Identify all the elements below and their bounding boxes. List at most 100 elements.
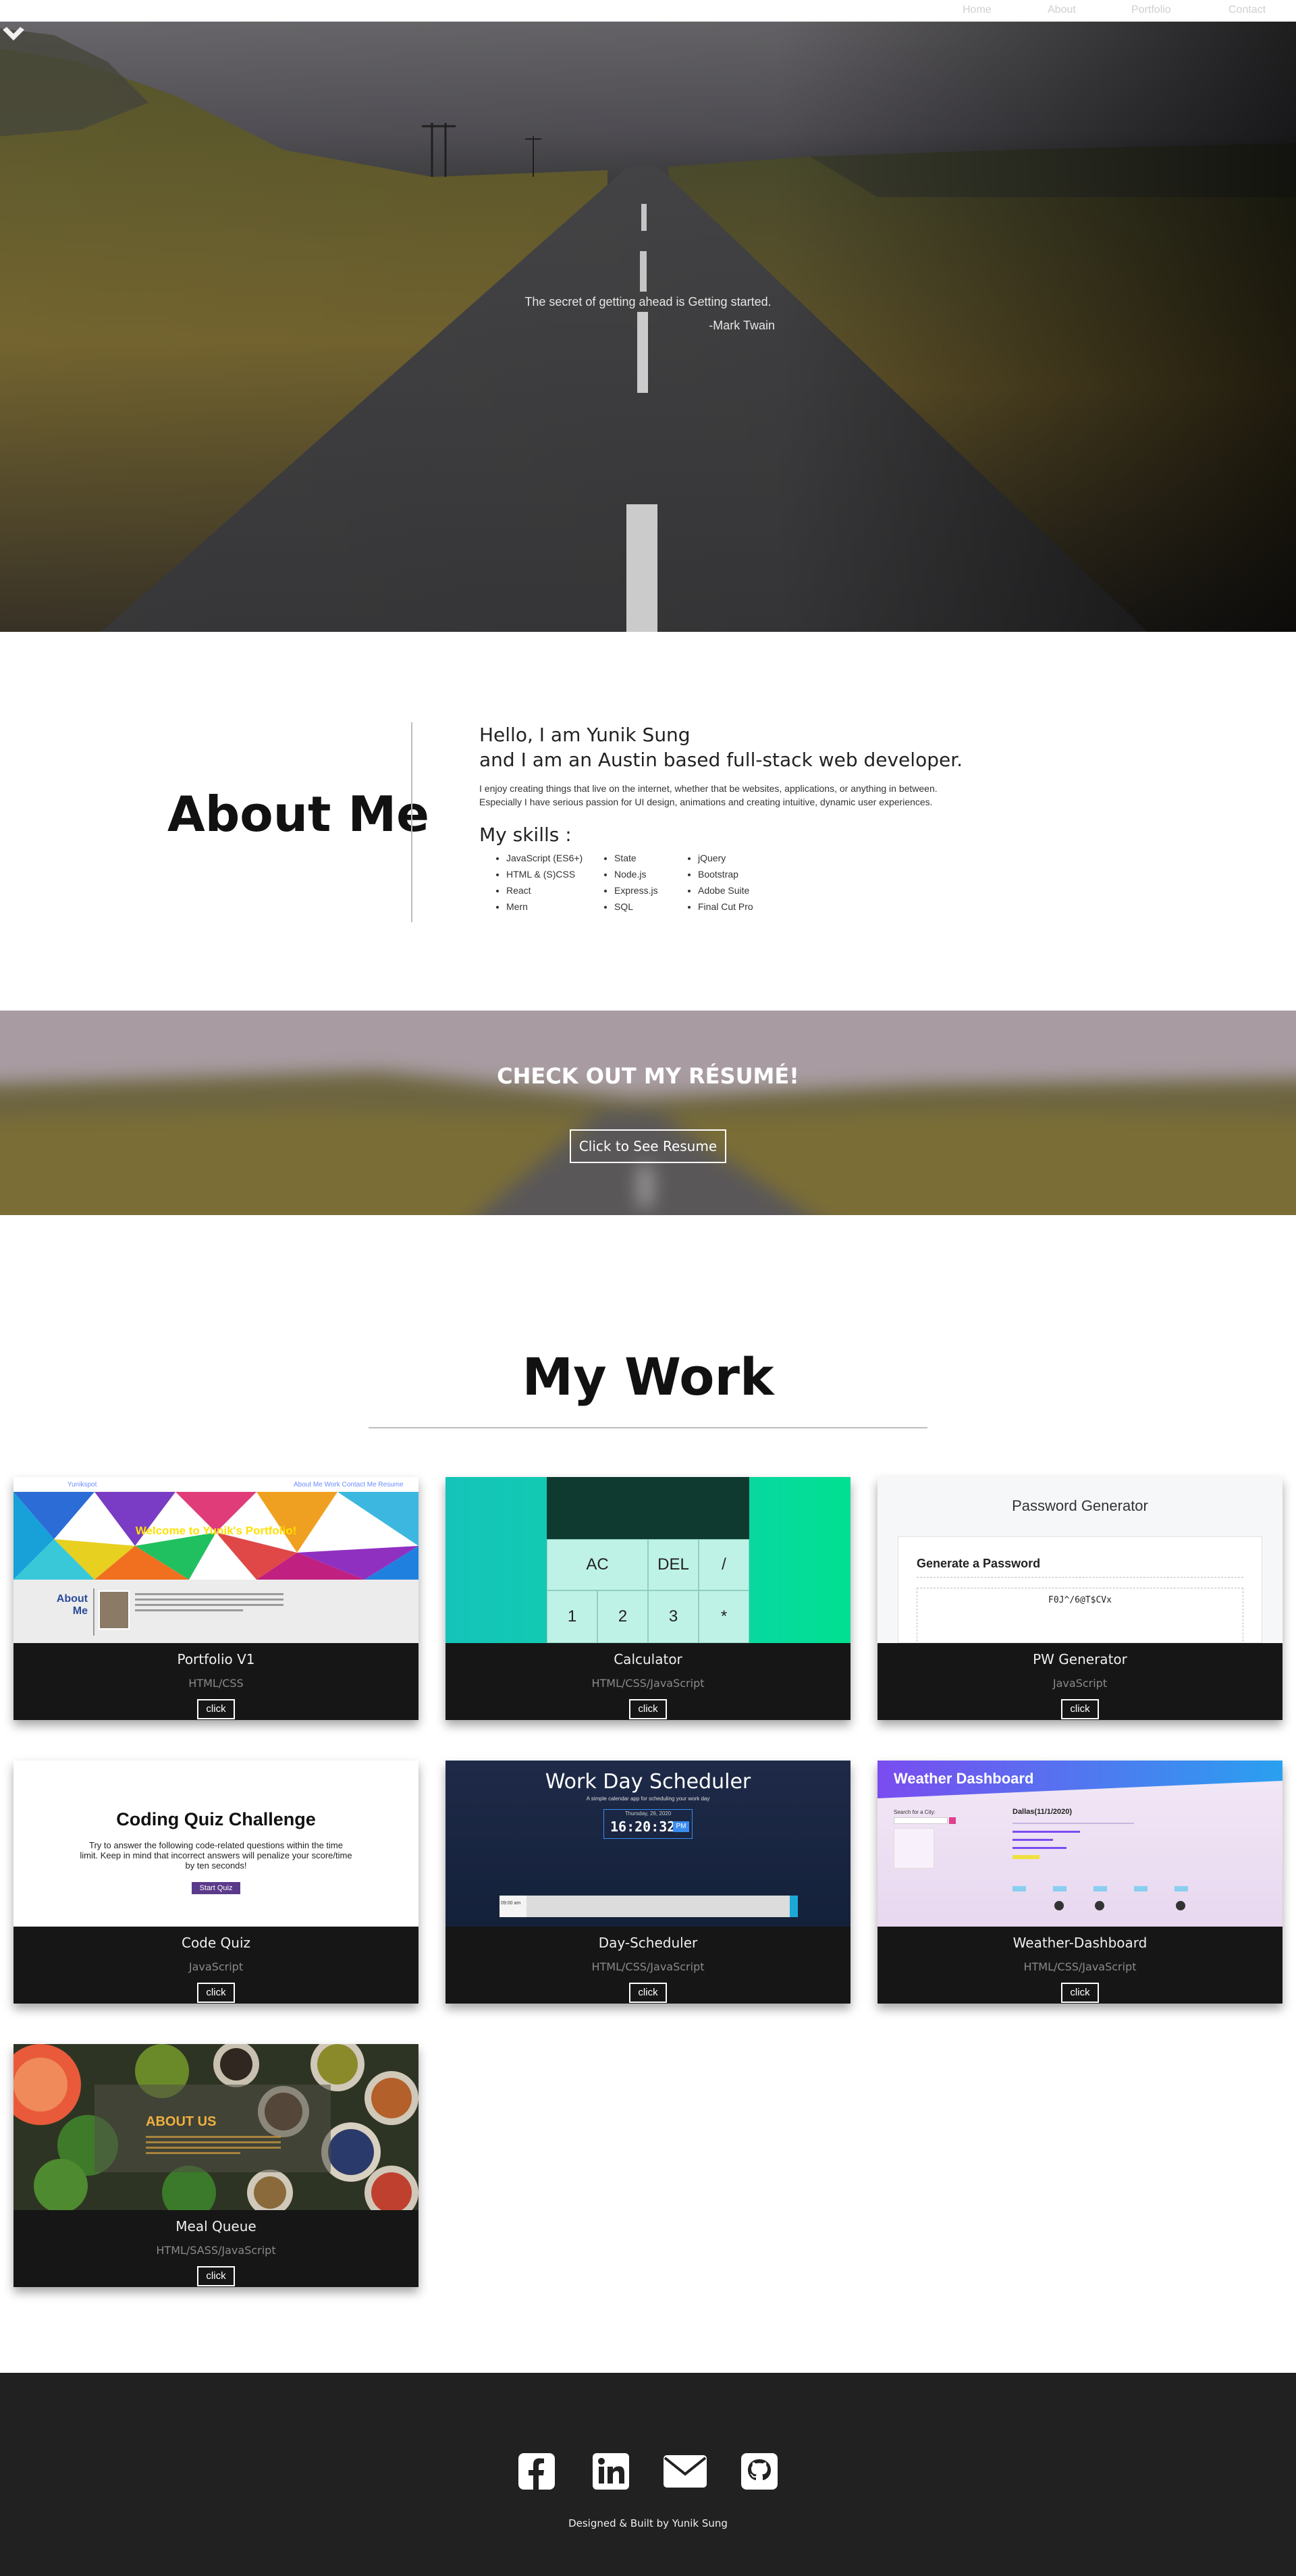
about-intro-line2: Especially I have serious passion for UI… bbox=[479, 797, 933, 807]
about-content: Hello, I am Yunik Sung and I am an Austi… bbox=[479, 722, 1033, 915]
project-click-button[interactable]: click bbox=[629, 1983, 667, 2003]
project-click-button[interactable]: click bbox=[197, 2266, 235, 2286]
project-card-weather-dashboard: Weather Dashboard Search for a City: Dal… bbox=[878, 1761, 1282, 2004]
preview-scheduler-slot: 09:00 am bbox=[500, 1896, 526, 1917]
project-click-button[interactable]: click bbox=[197, 1699, 235, 1719]
work-title: My Work bbox=[522, 1347, 774, 1407]
preview-quiz-text: Try to answer the following code-related… bbox=[14, 1840, 418, 1871]
project-card-pw-generator: Password Generator Generate a Password F… bbox=[878, 1477, 1282, 1720]
project-name: PW Generator bbox=[1033, 1651, 1127, 1667]
calc-key-2: 2 bbox=[597, 1590, 648, 1643]
skills-column-3: jQuery Bootstrap Adobe Suite Final Cut P… bbox=[698, 850, 786, 915]
project-meta: PW Generator JavaScript click bbox=[878, 1643, 1282, 1720]
preview-weather-search: Search for a City: bbox=[894, 1809, 936, 1815]
preview-quiz-title: Coding Quiz Challenge bbox=[116, 1809, 316, 1829]
preview-scheduler-time: 16:20:32 bbox=[610, 1819, 676, 1835]
social-icons bbox=[0, 2450, 1296, 2492]
project-card-day-scheduler: Work Day Scheduler A simple calendar app… bbox=[446, 1761, 850, 2004]
project-meta: Weather-Dashboard HTML/CSS/JavaScript cl… bbox=[878, 1927, 1282, 2004]
preview-quiz-start: Start Quiz bbox=[192, 1882, 240, 1894]
work-divider bbox=[369, 1427, 927, 1428]
project-card-portfolio: Yunikspot About Me Work Contact Me Resum… bbox=[14, 1477, 418, 1720]
preview-nav-links: About Me Work Contact Me Resume bbox=[294, 1481, 404, 1488]
calc-key-1: 1 bbox=[547, 1590, 597, 1643]
project-preview-meal-queue[interactable]: ABOUT US bbox=[14, 2044, 418, 2210]
project-click-button[interactable]: click bbox=[1061, 1699, 1099, 1719]
skill-item: HTML & (S)CSS bbox=[506, 866, 587, 882]
skill-item: JavaScript (ES6+) bbox=[506, 850, 587, 866]
about-intro-line1: I enjoy creating things that live on the… bbox=[479, 783, 938, 794]
project-tech: JavaScript bbox=[188, 1960, 244, 1973]
hero-section: The secret of getting ahead is Getting s… bbox=[0, 22, 1296, 632]
project-tech: HTML/CSS/JavaScript bbox=[591, 1677, 705, 1690]
quote-author: -Mark Twain bbox=[709, 319, 775, 332]
nav-about-link[interactable]: About bbox=[1048, 4, 1076, 16]
project-meta: Day-Scheduler HTML/CSS/JavaScript click bbox=[446, 1927, 850, 2004]
project-name: Day-Scheduler bbox=[598, 1935, 698, 1951]
project-click-button[interactable]: click bbox=[629, 1699, 667, 1719]
preview-welcome: Welcome to Yunik's Portfolio! bbox=[135, 1524, 297, 1537]
mail-icon[interactable] bbox=[662, 2450, 709, 2492]
project-preview-calculator[interactable]: AC DEL / 1 2 3 * bbox=[446, 1477, 850, 1643]
quote-text: The secret of getting ahead is Getting s… bbox=[524, 295, 772, 308]
footer: Designed & Built by Yunik Sung bbox=[0, 2373, 1296, 2576]
resume-title: CHECK OUT MY RÉSUMÉ! bbox=[497, 1063, 799, 1089]
project-preview-pw-generator[interactable]: Password Generator Generate a Password F… bbox=[878, 1477, 1282, 1643]
preview-pw-subtitle: Generate a Password bbox=[917, 1557, 1041, 1570]
preview-weather-city: Dallas(11/1/2020) bbox=[1013, 1808, 1073, 1816]
preview-scheduler-date: Thursday, 26, 2020 bbox=[624, 1810, 672, 1817]
about-intro: I enjoy creating things that live on the… bbox=[479, 782, 1033, 809]
project-tech: HTML/CSS bbox=[188, 1677, 244, 1690]
project-preview-day-scheduler[interactable]: Work Day Scheduler A simple calendar app… bbox=[446, 1761, 850, 1927]
about-title: About Me bbox=[167, 786, 429, 842]
project-meta: Portfolio V1 HTML/CSS click bbox=[14, 1643, 418, 1720]
skills-list: JavaScript (ES6+) HTML & (S)CSS React Me… bbox=[506, 850, 1033, 915]
calc-key-multiply: * bbox=[699, 1590, 749, 1643]
about-divider bbox=[411, 722, 412, 922]
skill-item: State bbox=[614, 850, 671, 866]
calc-key-3: 3 bbox=[648, 1590, 699, 1643]
project-meta: Meal Queue HTML/SASS/JavaScript click bbox=[14, 2210, 418, 2287]
project-name: Calculator bbox=[614, 1651, 682, 1667]
chevron-down-icon[interactable] bbox=[0, 22, 27, 49]
nav-home-link[interactable]: Home bbox=[963, 4, 992, 16]
project-name: Code Quiz bbox=[181, 1935, 251, 1951]
resume-banner: CHECK OUT MY RÉSUMÉ! Click to See Resume bbox=[0, 1011, 1296, 1215]
top-nav: Home About Portfolio Contact bbox=[0, 0, 1296, 22]
project-name: Weather-Dashboard bbox=[1013, 1935, 1148, 1951]
project-meta: Code Quiz JavaScript click bbox=[14, 1927, 418, 2004]
project-tech: HTML/SASS/JavaScript bbox=[156, 2244, 276, 2257]
preview-scheduler-ampm: PM bbox=[673, 1821, 689, 1832]
skill-item: React bbox=[506, 882, 587, 898]
facebook-icon[interactable] bbox=[513, 2450, 560, 2492]
github-icon[interactable] bbox=[736, 2450, 783, 2492]
project-card-code-quiz: Coding Quiz Challenge Try to answer the … bbox=[14, 1761, 418, 2004]
hero-quote: The secret of getting ahead is Getting s… bbox=[513, 295, 783, 333]
project-preview-portfolio[interactable]: Yunikspot About Me Work Contact Me Resum… bbox=[14, 1477, 418, 1643]
nav-portfolio-link[interactable]: Portfolio bbox=[1131, 4, 1171, 16]
project-card-calculator: AC DEL / 1 2 3 * Calculator HTML/CSS/Jav… bbox=[446, 1477, 850, 1720]
preview-weather-title: Weather Dashboard bbox=[894, 1770, 1034, 1787]
project-click-button[interactable]: click bbox=[197, 1983, 235, 2003]
project-name: Portfolio V1 bbox=[177, 1651, 255, 1667]
project-meta: Calculator HTML/CSS/JavaScript click bbox=[446, 1643, 850, 1720]
preview-quiz-line1: Try to answer the following code-related… bbox=[89, 1840, 343, 1850]
skills-column-2: State Node.js Express.js SQL bbox=[614, 850, 671, 915]
preview-meal-title: ABOUT US bbox=[146, 2114, 217, 2129]
skill-item: Mern bbox=[506, 898, 587, 915]
skill-item: Node.js bbox=[614, 866, 671, 882]
skill-item: Adobe Suite bbox=[698, 882, 786, 898]
project-preview-weather-dashboard[interactable]: Weather Dashboard Search for a City: Dal… bbox=[878, 1761, 1282, 1927]
project-tech: HTML/CSS/JavaScript bbox=[1023, 1960, 1137, 1973]
skill-item: jQuery bbox=[698, 850, 786, 866]
calc-key-ac: AC bbox=[547, 1539, 648, 1590]
linkedin-icon[interactable] bbox=[587, 2450, 634, 2492]
nav-contact-link[interactable]: Contact bbox=[1228, 4, 1266, 16]
project-click-button[interactable]: click bbox=[1061, 1983, 1099, 2003]
project-preview-code-quiz[interactable]: Coding Quiz Challenge Try to answer the … bbox=[14, 1761, 418, 1927]
see-resume-button[interactable]: Click to See Resume bbox=[570, 1129, 726, 1163]
skills-column-1: JavaScript (ES6+) HTML & (S)CSS React Me… bbox=[506, 850, 587, 915]
project-name: Meal Queue bbox=[176, 2218, 256, 2234]
preview-quiz-line3: by ten seconds! bbox=[185, 1860, 247, 1871]
project-tech: HTML/CSS/JavaScript bbox=[591, 1960, 705, 1973]
